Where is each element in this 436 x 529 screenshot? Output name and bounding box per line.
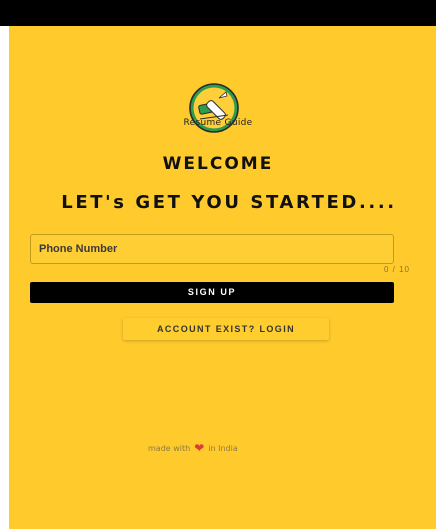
status-bar — [0, 0, 436, 26]
left-edge-strip — [0, 26, 9, 529]
sign-up-button[interactable]: SIGN UP — [30, 282, 394, 303]
footer-suffix: in India — [208, 443, 238, 453]
welcome-heading: WELCOME — [162, 154, 274, 174]
screen: Resume Guide WELCOME LET's GET YOU START… — [0, 0, 436, 529]
footer-prefix: made with — [148, 443, 191, 453]
app-name: Resume Guide — [183, 118, 253, 128]
heart-icon: ❤ — [194, 441, 205, 455]
phone-number-field[interactable] — [30, 234, 394, 264]
account-exist-login-button[interactable]: ACCOUNT EXIST? LOGIN — [123, 318, 329, 340]
get-started-heading: LET's GET YOU STARTED.... — [61, 192, 397, 213]
phone-number-input[interactable] — [39, 235, 379, 263]
character-counter: 0 / 10 — [383, 265, 410, 274]
made-in-india-footer: made with ❤ in India — [148, 442, 298, 454]
